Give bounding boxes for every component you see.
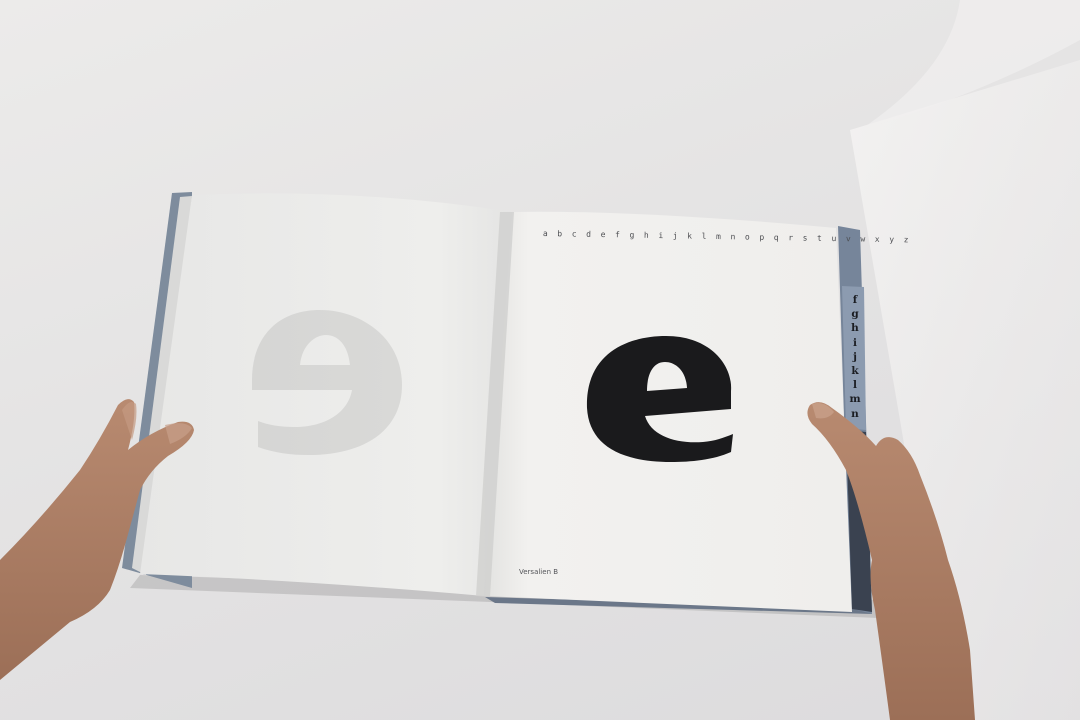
tab-letter: h bbox=[851, 322, 859, 335]
left-page bbox=[140, 193, 512, 596]
tab-letter: n bbox=[851, 407, 859, 420]
tab-letter: f bbox=[852, 294, 858, 306]
photo-scene: a b c d e f g h i j k l m n o p q r s t … bbox=[0, 0, 1080, 720]
tab-letter: g bbox=[851, 308, 859, 321]
letter-e-glyph bbox=[586, 336, 733, 462]
scene-illustration bbox=[0, 0, 1080, 720]
tab-letter: j bbox=[853, 350, 857, 363]
tab-letter: i bbox=[853, 336, 857, 349]
tab-letter: l bbox=[853, 379, 857, 392]
tab-letter: k bbox=[851, 365, 859, 378]
tab-letter: m bbox=[849, 393, 861, 406]
page-footer-label: Versalien B bbox=[519, 568, 559, 576]
index-tab-letters: f g h i j k l m n bbox=[846, 293, 864, 421]
